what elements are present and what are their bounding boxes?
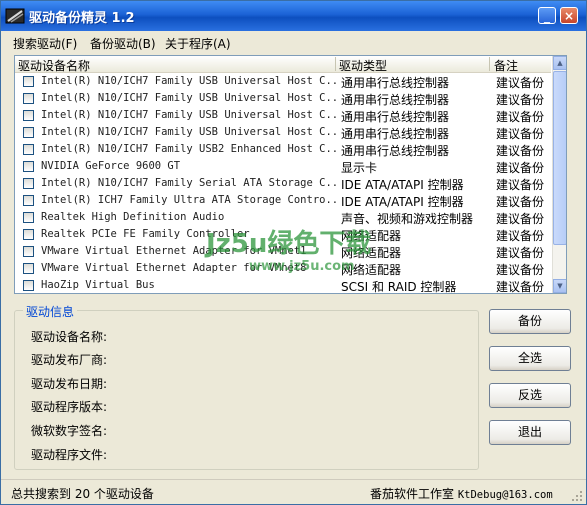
label-vendor: 驱动发布厂商: (31, 353, 108, 367)
row-checkbox[interactable] (23, 161, 34, 172)
window-title: 驱动备份精灵 1.2 (29, 11, 135, 26)
status-studio: 番茄软件工作室 (370, 487, 455, 501)
driver-type-cell: 通用串行总线控制器 (341, 127, 450, 141)
driver-type-cell: 网络适配器 (341, 263, 402, 277)
note-cell: 建议备份 (496, 178, 545, 192)
row-checkbox[interactable] (23, 110, 34, 121)
menu-backup-drivers[interactable]: 备份驱动(B) (90, 35, 156, 52)
label-device-name: 驱动设备名称: (31, 330, 108, 344)
label-digital-signature: 微软数字签名: (31, 424, 108, 438)
note-cell: 建议备份 (496, 246, 545, 260)
row-checkbox[interactable] (23, 93, 34, 104)
invert-selection-button[interactable]: 反选 (489, 383, 571, 408)
device-name-cell: Intel(R) ICH7 Family Ultra ATA Storage C… (41, 194, 337, 206)
note-cell: 建议备份 (496, 229, 545, 243)
row-checkbox[interactable] (23, 280, 34, 291)
app-window: 驱动备份精灵 1.2 _ × 搜索驱动(F) 备份驱动(B) 关于程序(A) 驱… (0, 0, 587, 505)
driver-type-cell: IDE ATA/ATAPI 控制器 (341, 195, 464, 209)
device-name-cell: Intel(R) N10/ICH7 Family USB Universal H… (41, 109, 337, 121)
table-row[interactable]: Intel(R) N10/ICH7 Family USB2 Enhanced H… (15, 141, 551, 158)
row-checkbox[interactable] (23, 76, 34, 87)
column-header-note[interactable]: 备注 (494, 57, 518, 74)
note-cell: 建议备份 (496, 212, 545, 226)
driver-type-cell: 显示卡 (341, 161, 378, 175)
row-checkbox[interactable] (23, 246, 34, 257)
note-cell: 建议备份 (496, 280, 545, 294)
exit-button[interactable]: 退出 (489, 420, 571, 445)
note-cell: 建议备份 (496, 127, 545, 141)
driver-type-cell: SCSI 和 RAID 控制器 (341, 280, 457, 294)
list-header: 驱动设备名称 驱动类型 备注 (15, 56, 551, 73)
row-checkbox[interactable] (23, 144, 34, 155)
device-name-cell: HaoZip Virtual Bus (41, 279, 155, 291)
status-email: KtDebug@163.com (457, 489, 553, 501)
driver-type-cell: IDE ATA/ATAPI 控制器 (341, 178, 464, 192)
label-driver-version: 驱动程序版本: (31, 400, 108, 414)
device-name-cell: NVIDIA GeForce 9600 GT (41, 160, 181, 172)
device-name-cell: Intel(R) N10/ICH7 Family Serial ATA Stor… (41, 177, 337, 189)
note-cell: 建议备份 (496, 195, 545, 209)
column-divider[interactable] (489, 57, 490, 71)
scroll-up-arrow-icon[interactable]: ▲ (553, 56, 566, 70)
select-all-button[interactable]: 全选 (489, 346, 571, 371)
row-checkbox[interactable] (23, 127, 34, 138)
watermark-url: www.jz5u.com (249, 259, 355, 274)
note-cell: 建议备份 (496, 144, 545, 158)
status-driver-count: 总共搜索到 20 个驱动设备 (11, 487, 154, 501)
menu-search-drivers[interactable]: 搜索驱动(F) (13, 35, 77, 52)
close-button[interactable]: × (560, 7, 578, 24)
table-row[interactable]: Intel(R) ICH7 Family Ultra ATA Storage C… (15, 192, 551, 209)
device-name-cell: Intel(R) N10/ICH7 Family USB2 Enhanced H… (41, 143, 337, 155)
note-cell: 建议备份 (496, 76, 545, 90)
note-cell: 建议备份 (496, 93, 545, 107)
row-checkbox[interactable] (23, 263, 34, 274)
note-cell: 建议备份 (496, 110, 545, 124)
row-checkbox[interactable] (23, 195, 34, 206)
status-bar: 总共搜索到 20 个驱动设备 番茄软件工作室 KtDebug@163.com (1, 479, 586, 504)
table-row[interactable]: Intel(R) N10/ICH7 Family USB Universal H… (15, 90, 551, 107)
table-row[interactable]: HaoZip Virtual Bus SCSI 和 RAID 控制器 建议备份 (15, 277, 551, 294)
menu-bar: 搜索驱动(F) 备份驱动(B) 关于程序(A) (1, 31, 586, 53)
device-name-cell: Intel(R) N10/ICH7 Family USB Universal H… (41, 92, 337, 104)
resize-grip-icon[interactable] (571, 490, 583, 502)
scrollbar-thumb[interactable] (553, 71, 566, 245)
driver-type-cell: 通用串行总线控制器 (341, 93, 450, 107)
device-name-cell: Realtek High Definition Audio (41, 211, 225, 223)
table-row[interactable]: Intel(R) N10/ICH7 Family Serial ATA Stor… (15, 175, 551, 192)
driver-type-cell: 通用串行总线控制器 (341, 110, 450, 124)
device-name-cell: Intel(R) N10/ICH7 Family USB Universal H… (41, 126, 337, 138)
driver-type-cell: 通用串行总线控制器 (341, 144, 450, 158)
watermark-logo: Jz5u绿色下载 (206, 229, 372, 259)
row-checkbox[interactable] (23, 178, 34, 189)
app-icon (5, 8, 25, 24)
table-row[interactable]: Intel(R) N10/ICH7 Family USB Universal H… (15, 73, 551, 90)
table-row[interactable]: Intel(R) N10/ICH7 Family USB Universal H… (15, 107, 551, 124)
row-checkbox[interactable] (23, 229, 34, 240)
backup-button[interactable]: 备份 (489, 309, 571, 334)
note-cell: 建议备份 (496, 161, 545, 175)
driver-type-cell: 通用串行总线控制器 (341, 76, 450, 90)
label-release-date: 驱动发布日期: (31, 377, 108, 391)
note-cell: 建议备份 (496, 263, 545, 277)
column-header-driver-type[interactable]: 驱动类型 (339, 57, 387, 74)
table-row[interactable]: Intel(R) N10/ICH7 Family USB Universal H… (15, 124, 551, 141)
table-row[interactable]: NVIDIA GeForce 9600 GT 显示卡 建议备份 (15, 158, 551, 175)
title-bar: 驱动备份精灵 1.2 _ × (1, 1, 586, 31)
row-checkbox[interactable] (23, 212, 34, 223)
status-credits: 番茄软件工作室 KtDebug@163.com (370, 485, 553, 502)
scroll-down-arrow-icon[interactable]: ▼ (553, 279, 566, 293)
label-driver-files: 驱动程序文件: (31, 448, 108, 462)
device-name-cell: Intel(R) N10/ICH7 Family USB Universal H… (41, 75, 337, 87)
menu-about[interactable]: 关于程序(A) (165, 35, 231, 52)
minimize-button[interactable]: _ (538, 7, 556, 24)
vertical-scrollbar[interactable]: ▲ ▼ (552, 56, 566, 293)
driver-info-legend: 驱动信息 (23, 303, 78, 320)
column-header-device-name[interactable]: 驱动设备名称 (18, 57, 90, 74)
column-divider[interactable] (335, 57, 336, 71)
